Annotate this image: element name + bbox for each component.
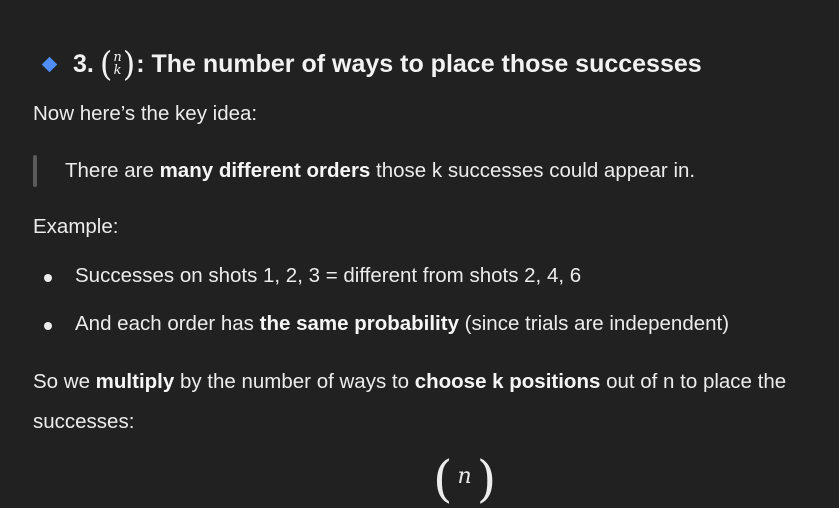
bullet-dot: [44, 322, 52, 330]
conclusion-text: So we: [33, 370, 96, 393]
conclusion-text: out of n to place the: [600, 370, 787, 393]
intro-text: Now here’s the key idea:: [33, 102, 258, 125]
list-item: Successes on shots 1, 2, 3 = different f…: [75, 264, 582, 287]
binomial-formula: ( n ): [433, 450, 497, 508]
heading-number: 3.: [73, 49, 94, 78]
conclusion-bold: multiply: [95, 370, 175, 393]
list-item: And each order has the same probability …: [75, 312, 729, 336]
list-item-text: (since trials are independent): [458, 312, 730, 335]
conclusion-line-2: successes:: [33, 410, 135, 433]
example-label: Example:: [33, 215, 119, 238]
quote-bold: many different orders: [159, 159, 371, 182]
blue-diamond-icon: [41, 56, 58, 72]
list-item-bold: the same probability: [259, 312, 459, 335]
heading-title: : The number of ways to place those succ…: [136, 49, 702, 78]
quote-text-after: those k successes could appear in.: [370, 159, 696, 182]
formula-top: n: [457, 464, 472, 489]
section-heading: 3. ( n k ) : The number of ways to place…: [40, 44, 702, 84]
binom-bottom: k: [113, 63, 122, 78]
list-item-text: And each order has: [75, 312, 260, 335]
conclusion-bold: choose k positions: [414, 370, 601, 393]
bullet-dot: [44, 274, 52, 282]
binomial-notation: ( n k ): [99, 44, 136, 84]
blockquote: There are many different orders those k …: [65, 159, 695, 183]
conclusion-line-1: So we multiply by the number of ways to …: [33, 370, 786, 394]
quote-text-before: There are: [65, 159, 160, 182]
conclusion-text: by the number of ways to: [174, 370, 415, 393]
quote-bar: [33, 155, 37, 187]
